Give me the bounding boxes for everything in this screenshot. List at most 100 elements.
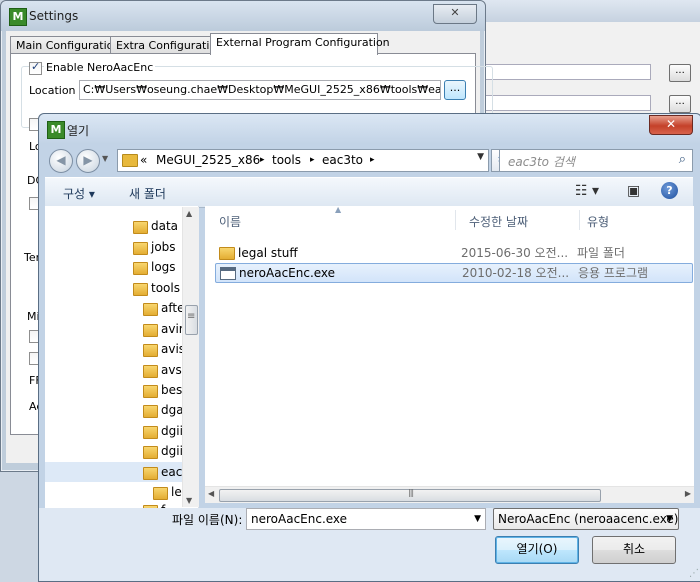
folder-icon: [153, 487, 168, 500]
file-type: 응용 프로그램: [578, 266, 649, 280]
breadcrumb-overflow[interactable]: «: [140, 153, 147, 167]
column-header-type[interactable]: 유형: [587, 213, 609, 230]
search-icon[interactable]: ⌕: [679, 152, 686, 167]
file-type: 파일 폴더: [577, 246, 625, 260]
megui-app-icon: M: [47, 121, 65, 139]
folder-icon: [143, 446, 158, 459]
address-bar[interactable]: « MeGUI_2525_x86 ▸ tools ▸ eac3to ▸ ▼: [117, 149, 489, 172]
filename-value: neroAacEnc.exe: [251, 512, 348, 526]
chevron-down-icon[interactable]: ▼: [474, 509, 481, 529]
cancel-button[interactable]: 취소: [592, 536, 676, 564]
chevron-down-icon: ▼: [666, 514, 673, 524]
recent-locations-dropdown[interactable]: ▼: [102, 154, 108, 163]
sort-ascending-icon: ▲: [335, 205, 342, 214]
megui-app-icon: M: [9, 8, 27, 26]
arrow-right-icon: ▶: [83, 153, 93, 167]
folder-icon: [133, 221, 148, 234]
folder-icon: [143, 467, 158, 480]
file-name: neroAacEnc.exe: [239, 266, 336, 280]
forward-button[interactable]: ▶: [76, 149, 100, 173]
filter-value: NeroAacEnc (neroaacenc.exe): [498, 512, 679, 526]
column-header-date[interactable]: 수정한 날짜: [469, 213, 528, 230]
file-row-legal-stuff[interactable]: legal stuff 2015-06-30 오전... 파일 폴더: [215, 243, 691, 263]
settings-title: Settings: [29, 9, 79, 23]
folder-icon: [133, 283, 148, 296]
folder-icon: [219, 247, 235, 260]
folder-icon: [143, 385, 158, 398]
resize-grip-icon[interactable]: ⋰: [689, 568, 699, 579]
file-row-neroaacenc[interactable]: neroAacEnc.exe 2010-02-18 오전... 응용 프로그램: [215, 263, 693, 283]
chevron-down-icon: ▼: [477, 152, 484, 162]
file-date: 2015-06-30 오전...: [461, 246, 569, 260]
location-label: Location: [29, 84, 76, 97]
search-input[interactable]: eac3to 검색: [508, 153, 575, 170]
scrollbar-thumb[interactable]: [219, 488, 601, 502]
view-list-icon: ☷ ▾: [575, 183, 600, 199]
dialog-close-button[interactable]: ✕: [649, 115, 693, 135]
scrollbar-thumb[interactable]: [185, 305, 198, 335]
file-list-hscrollbar[interactable]: ◀ ▶: [205, 486, 694, 503]
tab-extra-configuration[interactable]: Extra Configuration: [110, 36, 223, 54]
filename-input[interactable]: neroAacEnc.exe ▼: [246, 508, 486, 530]
dialog-title: 열기: [67, 124, 90, 138]
scroll-right-icon[interactable]: ▶: [685, 489, 691, 498]
background-browse-button[interactable]: ...: [669, 64, 691, 82]
chevron-down-icon: ▼: [102, 154, 109, 163]
folder-icon: [133, 262, 148, 275]
dialog-titlebar[interactable]: M 열기 ✕: [39, 114, 700, 144]
column-header-name[interactable]: 이름: [219, 213, 241, 230]
location-browse-button[interactable]: ...: [444, 80, 466, 100]
breadcrumb-eac3to[interactable]: eac3to: [322, 153, 363, 167]
folder-icon: [143, 324, 158, 337]
tree-item-eac3to[interactable]: eac: [45, 462, 193, 482]
breadcrumb-megui[interactable]: MeGUI_2525_x86: [156, 153, 260, 167]
column-separator[interactable]: [455, 210, 456, 230]
breadcrumb-separator[interactable]: ▸: [370, 155, 375, 165]
folder-icon: [143, 303, 158, 316]
file-date: 2010-02-18 오전...: [462, 266, 570, 280]
file-type-filter[interactable]: NeroAacEnc (neroaacenc.exe) ▼: [493, 508, 679, 530]
breadcrumb-tools[interactable]: tools: [272, 153, 301, 167]
command-bar: 구성 ▾ 새 폴더 ☷ ▾ ▣ ?: [45, 177, 693, 208]
folder-icon: [133, 242, 148, 255]
back-button[interactable]: ◀: [49, 149, 73, 173]
search-box[interactable]: eac3to 검색 ⌕: [499, 149, 693, 172]
file-list: 이름 ▲ 수정한 날짜 유형 legal stuff 2015-06-30 오전…: [205, 205, 694, 486]
preview-pane-icon: ▣: [627, 183, 641, 199]
preview-pane-button[interactable]: ▣: [627, 183, 640, 199]
navigation-scrollbar[interactable]: ▲ ▼: [182, 207, 199, 507]
background-toolbar: [471, 0, 700, 22]
open-button[interactable]: 열기(O): [495, 536, 579, 564]
background-path-field[interactable]: [481, 95, 651, 111]
folder-icon: [143, 344, 158, 357]
navigation-pane: data jobs logs tools afte avir avis avs …: [45, 206, 199, 508]
folder-icon: [143, 405, 158, 418]
breadcrumb-separator[interactable]: ▸: [260, 155, 265, 165]
close-icon: ✕: [665, 117, 677, 131]
close-icon: ✕: [450, 6, 460, 19]
open-file-dialog: M 열기 ✕ ◀ ▶ ▼ « MeGUI_2525_x86 ▸ tools ▸ …: [38, 113, 700, 582]
application-icon: [220, 267, 236, 280]
filename-label: 파일 이름(N):: [172, 513, 243, 527]
tab-external-program-configuration[interactable]: External Program Configuration: [210, 33, 390, 55]
new-folder-button[interactable]: 새 폴더: [129, 185, 166, 202]
scroll-left-icon[interactable]: ◀: [208, 489, 214, 498]
scroll-up-icon[interactable]: ▲: [186, 209, 192, 218]
scroll-down-icon[interactable]: ▼: [186, 496, 192, 505]
view-options-button[interactable]: ☷ ▾: [575, 183, 599, 199]
file-name: legal stuff: [238, 246, 298, 260]
location-input[interactable]: C:₩Users₩oseung.chae₩Desktop₩MeGUI_2525_…: [79, 80, 441, 100]
settings-titlebar[interactable]: M Settings ✕: [1, 1, 485, 31]
address-dropdown[interactable]: ▼: [477, 152, 484, 162]
column-separator[interactable]: [579, 210, 580, 230]
organize-button[interactable]: 구성 ▾: [63, 185, 95, 202]
background-path-field[interactable]: [481, 64, 651, 80]
folder-icon: [143, 365, 158, 378]
settings-close-button[interactable]: ✕: [433, 4, 477, 24]
tab-main-configuration[interactable]: Main Configuration: [10, 36, 120, 54]
background-browse-button[interactable]: ...: [669, 95, 691, 113]
help-button[interactable]: ?: [661, 182, 678, 199]
enable-neroaacenc-label: Enable NeroAacEnc: [44, 61, 156, 74]
enable-neroaacenc-checkbox[interactable]: [29, 60, 42, 75]
breadcrumb-separator[interactable]: ▸: [310, 155, 315, 165]
